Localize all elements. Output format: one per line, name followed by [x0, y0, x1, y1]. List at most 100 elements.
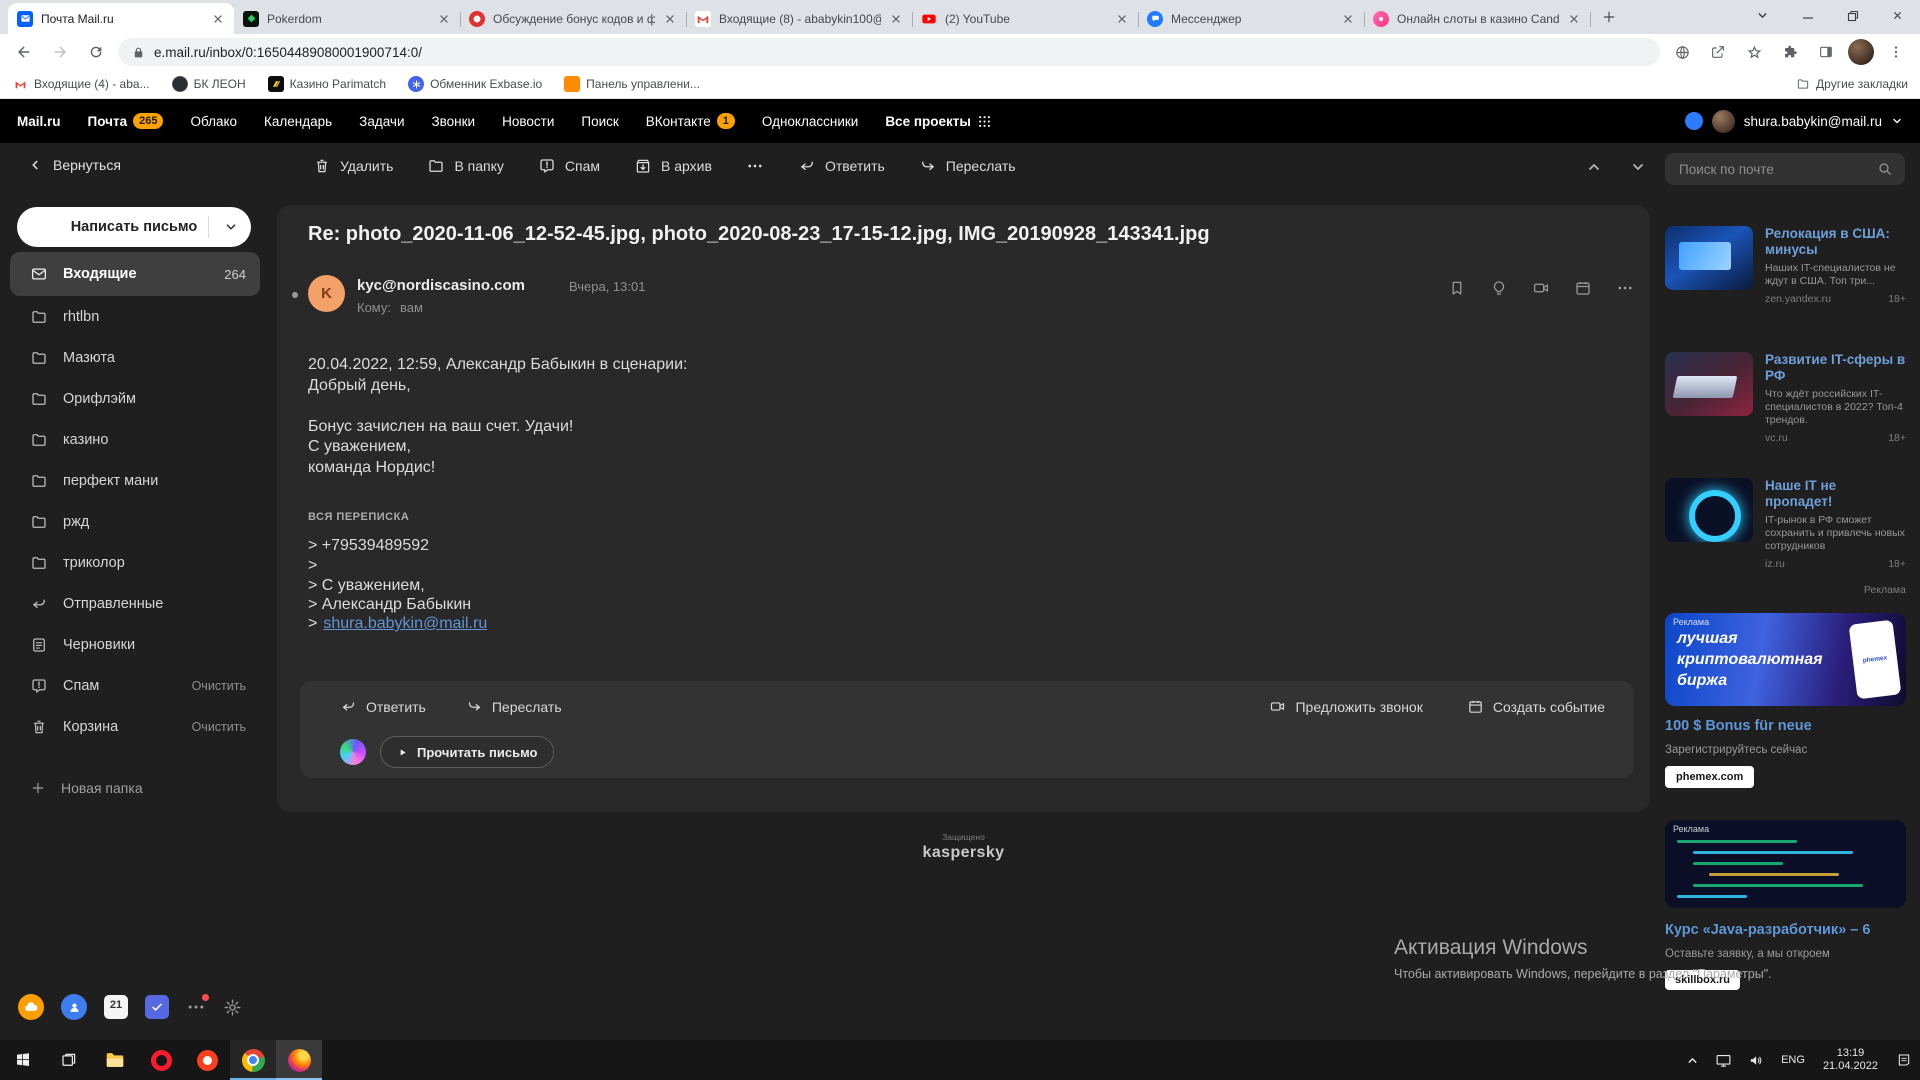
sidebar-item-inbox[interactable]: Входящие 264: [10, 252, 260, 296]
tray-expand-icon[interactable]: [1678, 1040, 1707, 1080]
tab-close-icon[interactable]: [437, 12, 451, 26]
side-panel-icon[interactable]: [1812, 38, 1840, 66]
prev-letter-icon[interactable]: [1586, 159, 1602, 175]
tab-gmail[interactable]: Входящие (8) - ababykin100@g: [686, 3, 912, 34]
java-ad-banner[interactable]: Реклама: [1665, 820, 1906, 908]
extensions-icon[interactable]: [1776, 38, 1804, 66]
nav-oblako[interactable]: Облако: [190, 114, 237, 129]
crypto-ad-button[interactable]: phemex.com: [1665, 766, 1754, 788]
lightbulb-icon[interactable]: [1490, 279, 1508, 297]
sidebar-item-rhtlbn[interactable]: rhtlbn: [10, 296, 260, 337]
back-icon[interactable]: [10, 38, 38, 66]
tab-close-icon[interactable]: [211, 12, 225, 26]
address-bar[interactable]: e.mail.ru/inbox/0:16504489080001900714:0…: [118, 38, 1660, 66]
reply-button[interactable]: Ответить: [798, 157, 885, 175]
calendar-icon[interactable]: [1574, 279, 1592, 297]
bookmark-star-icon[interactable]: [1740, 38, 1768, 66]
search-input[interactable]: [1677, 161, 1877, 178]
restore-button[interactable]: [1830, 0, 1875, 31]
bookmark-leon[interactable]: БК ЛЕОН: [172, 76, 246, 92]
nav-ok[interactable]: Одноклассники: [762, 114, 858, 129]
tab-close-icon[interactable]: [1567, 12, 1581, 26]
nav-zadachi[interactable]: Задачи: [359, 114, 404, 129]
sidebar-item-rzhd[interactable]: ржд: [10, 501, 260, 542]
nav-novosti[interactable]: Новости: [502, 114, 554, 129]
sidebar-item-mazyuta[interactable]: Мазюта: [10, 337, 260, 378]
chrome-icon[interactable]: [230, 1040, 276, 1080]
start-button[interactable]: [0, 1040, 46, 1080]
bookmark-exbase[interactable]: Обменник Exbase.io: [408, 76, 542, 92]
network-icon[interactable]: [1707, 1040, 1740, 1080]
suggest-call-button[interactable]: Предложить звонок: [1269, 698, 1422, 715]
more-apps-icon[interactable]: [186, 997, 206, 1017]
unread-dot[interactable]: [292, 292, 298, 298]
language-indicator[interactable]: ENG: [1773, 1040, 1813, 1080]
notification-center-icon[interactable]: [1888, 1040, 1920, 1080]
video-call-icon[interactable]: [1532, 279, 1550, 297]
url-text[interactable]: e.mail.ru/inbox/0:16504489080001900714:0…: [154, 45, 422, 60]
history-toggle[interactable]: ВСЯ ПЕРЕПИСКА: [308, 511, 409, 523]
browser-profile-avatar[interactable]: [1848, 39, 1874, 65]
tab-pokerdom[interactable]: Pokerdom: [234, 3, 460, 34]
letter-recipients[interactable]: Кому: вам: [357, 300, 423, 315]
tab-mailru[interactable]: Почта Mail.ru: [8, 3, 234, 34]
back-to-list-button[interactable]: Вернуться: [28, 157, 121, 173]
bookmark-panel[interactable]: Панель управлени...: [564, 76, 700, 92]
sidebar-item-oriflame[interactable]: Орифлэйм: [10, 378, 260, 419]
sidebar-item-casino[interactable]: казино: [10, 419, 260, 460]
next-letter-icon[interactable]: [1630, 159, 1646, 175]
bookmark-parimatch[interactable]: Казино Parimatch: [268, 76, 386, 92]
tasks-icon[interactable]: [145, 995, 169, 1019]
sidebar-item-trikolor[interactable]: триколор: [10, 542, 260, 583]
forward-button[interactable]: Переслать: [919, 157, 1016, 175]
reload-icon[interactable]: [82, 38, 110, 66]
tab-search-icon[interactable]: [1740, 0, 1785, 31]
news-title[interactable]: Наше IT не пропадет!: [1765, 478, 1906, 510]
chevron-down-icon[interactable]: [224, 220, 238, 234]
other-bookmarks[interactable]: Другие закладки: [1796, 77, 1908, 91]
move-to-folder-button[interactable]: В папку: [427, 157, 503, 175]
account-widget[interactable]: shura.babykin@mail.ru: [1685, 110, 1903, 133]
nav-kalendar[interactable]: Календарь: [264, 114, 332, 129]
translate-icon[interactable]: [1668, 38, 1696, 66]
sender-avatar[interactable]: K: [308, 275, 345, 312]
tab-messenger[interactable]: Мессенджер: [1138, 3, 1364, 34]
tab-close-icon[interactable]: [889, 12, 903, 26]
create-event-button[interactable]: Создать событие: [1467, 698, 1605, 715]
file-explorer-icon[interactable]: [92, 1040, 138, 1080]
calendar-widget-icon[interactable]: 21: [104, 995, 128, 1019]
news-item[interactable]: Наше IT не пропадет! IT-рынок в РФ сможе…: [1665, 478, 1906, 570]
cloud-icon[interactable]: [18, 994, 44, 1020]
footer-reply-button[interactable]: Ответить: [340, 698, 426, 715]
crypto-ad-banner[interactable]: Реклама лучшая криптовалютная биржа phem…: [1665, 613, 1906, 706]
clear-spam-link[interactable]: Очистить: [192, 679, 246, 693]
sidebar-item-spam[interactable]: Спам Очистить: [10, 665, 260, 706]
compose-button[interactable]: Написать письмо: [17, 207, 251, 247]
browser-menu-icon[interactable]: [1882, 38, 1910, 66]
tab-youtube[interactable]: (2) YouTube: [912, 3, 1138, 34]
bookmark-icon[interactable]: [1448, 279, 1466, 297]
new-tab-button[interactable]: [1594, 2, 1624, 32]
marusia-assistant-icon[interactable]: [340, 739, 366, 765]
task-view-button[interactable]: [46, 1040, 92, 1080]
archive-button[interactable]: В архив: [634, 157, 712, 175]
sender-address-link[interactable]: shura.babykin@mail.ru: [323, 615, 487, 633]
crypto-ad-title[interactable]: 100 $ Bonus für neue: [1665, 718, 1812, 734]
more-icon[interactable]: [1616, 279, 1634, 297]
forward-icon[interactable]: [46, 38, 74, 66]
read-letter-button[interactable]: Прочитать письмо: [380, 736, 554, 768]
sidebar-item-trash[interactable]: Корзина Очистить: [10, 706, 260, 747]
nav-mailru-logo[interactable]: Mail.ru: [17, 114, 61, 129]
spam-button[interactable]: Спам: [538, 157, 600, 175]
news-item[interactable]: Релокация в США: минусы Наших IT-специал…: [1665, 226, 1906, 305]
clock[interactable]: 13:19 21.04.2022: [1813, 1047, 1888, 1073]
sender-email[interactable]: kyc@nordiscasino.com: [357, 277, 525, 294]
nav-vk[interactable]: ВКонтакте1: [646, 113, 735, 129]
tab-close-icon[interactable]: [663, 12, 677, 26]
opera-icon[interactable]: [138, 1040, 184, 1080]
share-icon[interactable]: [1704, 38, 1732, 66]
news-item[interactable]: Развитие IT-сферы в РФ Что ждёт российск…: [1665, 352, 1906, 444]
new-folder-button[interactable]: Новая папка: [30, 780, 143, 796]
bookmark-gmail[interactable]: Входящие (4) - aba...: [12, 76, 150, 92]
nav-pochta[interactable]: Почта265: [88, 113, 164, 129]
